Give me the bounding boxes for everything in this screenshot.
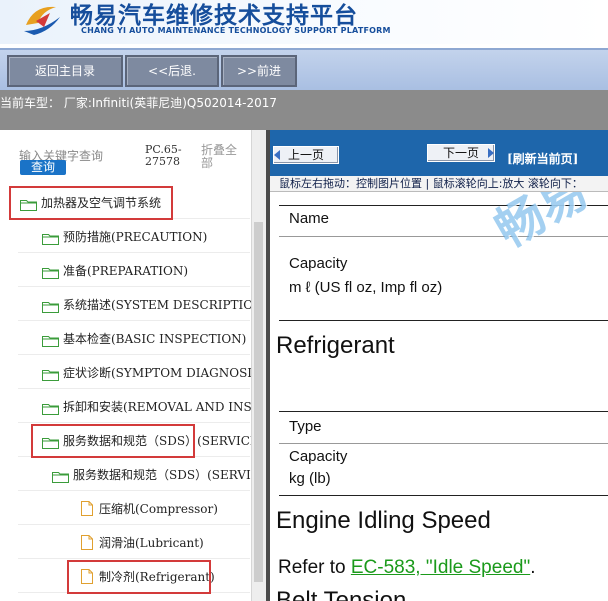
catalog-scrollbar[interactable] — [251, 130, 266, 601]
table-header-name: Name — [289, 210, 330, 227]
chevron-left-icon — [274, 150, 280, 160]
refer-line: Refer to EC-583, "Idle Speed". — [278, 557, 535, 579]
highlight-box — [67, 560, 211, 594]
main-toolbar: 返回主目录 <<后退. >>前进 — [0, 48, 608, 90]
current-vehicle: 当前车型： 厂家:Infiniti(英菲尼迪)Q502014-2017 — [0, 96, 278, 110]
viewer-toolbar: 上一页 下一页 [刷新当前页] — [270, 130, 608, 176]
folder-icon — [42, 367, 59, 381]
idle-speed-link[interactable]: EC-583, "Idle Speed" — [351, 557, 530, 578]
tree-separator — [18, 388, 250, 389]
next-page-button[interactable]: 下一页 — [427, 144, 495, 162]
tree-item-label: 压缩机(Compressor) — [99, 502, 218, 516]
highlight-box — [31, 424, 195, 458]
prev-page-button[interactable]: 上一页 — [273, 146, 339, 164]
tree-separator — [18, 490, 250, 491]
tree-item[interactable]: 服务数据和规范（SDS）(SERVICE DATA AND SPECIFICAT… — [52, 465, 252, 485]
tree-separator — [18, 558, 250, 559]
tree-item-label: 症状诊断(SYMPTOM DIAGNOSIS) — [63, 366, 252, 380]
tree-separator — [18, 354, 250, 355]
tree-item[interactable]: 预防措施(PRECAUTION) — [42, 227, 252, 247]
catalog-scrollbar-thumb[interactable] — [254, 222, 263, 582]
prev-page-label: 上一页 — [287, 148, 324, 162]
next-page-label: 下一页 — [442, 146, 479, 160]
folder-icon — [42, 401, 59, 415]
tree-separator — [18, 320, 250, 321]
tree-item-label: 准备(PREPARATION) — [63, 264, 188, 278]
section-refrigerant: Refrigerant — [276, 332, 395, 359]
tree-item-label: 服务数据和规范（SDS）(SERVICE DATA AND SPECIFICAT… — [73, 468, 252, 482]
app-header: 畅易汽车维修技术支持平台 CHANG YI AUTO MAINTENANCE T… — [0, 0, 608, 44]
section-belt-tension: Belt Tension — [276, 587, 407, 601]
tree-separator — [18, 252, 250, 253]
folder-icon — [42, 333, 59, 347]
document-viewer: 上一页 下一页 [刷新当前页] 鼠标左右拖动：控制图片位置 | 鼠标滚轮向上:放… — [270, 130, 608, 601]
refresh-page-button[interactable]: [刷新当前页] — [507, 150, 578, 167]
folder-icon — [52, 469, 69, 483]
pc-code: PC.65-27578 — [145, 143, 182, 168]
document-icon — [81, 535, 93, 550]
chevron-right-icon — [488, 148, 494, 158]
tree-separator — [18, 286, 250, 287]
refer-suffix: . — [530, 557, 536, 578]
table-rule — [279, 443, 608, 444]
capacity-unit-2: kg (lb) — [289, 470, 331, 487]
catalog-panel: 输入关键字查询 查询 PC.65-27578 折叠全部 加热器及空气调节系统 预防… — [0, 130, 266, 601]
type-label: Type — [289, 418, 322, 435]
refer-prefix: Refer to — [278, 557, 351, 578]
tree-separator — [18, 422, 250, 423]
capacity-label: Capacity — [289, 255, 348, 272]
home-button[interactable]: 返回主目录 — [7, 55, 123, 87]
back-button[interactable]: <<后退. — [125, 55, 219, 87]
tree-item-label: 系统描述(SYSTEM DESCRIPTION) — [63, 298, 252, 312]
query-button[interactable]: 查询 — [20, 160, 66, 175]
current-vehicle-bar: 当前车型： 厂家:Infiniti(英菲尼迪)Q502014-2017 — [0, 90, 608, 130]
forward-button[interactable]: >>前进 — [221, 55, 297, 87]
tree-item[interactable]: 压缩机(Compressor) — [78, 499, 252, 519]
manual-page: Name Capacity m ℓ (US fl oz, Imp fl oz) … — [270, 192, 608, 601]
watermark: 畅易 — [486, 192, 598, 259]
tree-separator — [18, 524, 250, 525]
capacity-unit: m ℓ (US fl oz, Imp fl oz) — [289, 279, 443, 296]
table-rule — [279, 411, 608, 412]
logo-icon — [24, 6, 60, 35]
folder-icon — [42, 299, 59, 313]
folder-icon — [42, 265, 59, 279]
tree-item[interactable]: 系统描述(SYSTEM DESCRIPTION) — [42, 295, 252, 315]
collapse-all-button[interactable]: 折叠全部 — [201, 144, 245, 170]
table-rule — [279, 320, 608, 321]
document-icon — [81, 501, 93, 516]
tree-item[interactable]: 症状诊断(SYMPTOM DIAGNOSIS) — [42, 363, 252, 383]
folder-icon — [42, 231, 59, 245]
tree-item-label: 润滑油(Lubricant) — [99, 536, 204, 550]
tree-item[interactable]: 准备(PREPARATION) — [42, 261, 252, 281]
tree-item[interactable]: 拆卸和安装(REMOVAL AND INSTALLATION) — [42, 397, 252, 417]
tree-item[interactable]: 润滑油(Lubricant) — [78, 533, 252, 553]
tree-item-label: 基本检查(BASIC INSPECTION) — [63, 332, 247, 346]
viewer-hint: 鼠标左右拖动：控制图片位置 | 鼠标滚轮向上:放大 滚轮向下： — [270, 176, 608, 192]
section-idle-speed: Engine Idling Speed — [276, 507, 491, 534]
capacity-label-2: Capacity — [289, 448, 348, 465]
tree-item-label: 预防措施(PRECAUTION) — [63, 230, 208, 244]
tree-item[interactable]: 基本检查(BASIC INSPECTION) — [42, 329, 252, 349]
highlight-box — [9, 186, 173, 220]
app-subtitle: CHANG YI AUTO MAINTENANCE TECHNOLOGY SUP… — [81, 26, 391, 35]
tree-item-label: 拆卸和安装(REMOVAL AND INSTALLATION) — [63, 400, 252, 414]
table-rule — [279, 495, 608, 496]
